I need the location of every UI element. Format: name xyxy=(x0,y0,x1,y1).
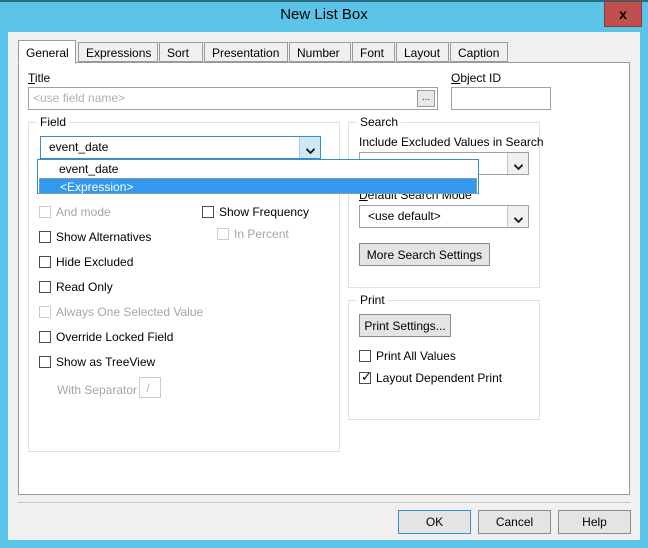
checkbox-box xyxy=(39,306,51,318)
tab-general[interactable]: General xyxy=(18,40,76,64)
tab-font[interactable]: Font xyxy=(352,42,395,62)
checkbox-read-only[interactable]: Read Only xyxy=(39,280,113,294)
checkbox-label: Show Alternatives xyxy=(56,230,152,244)
checkbox-label: Always One Selected Value xyxy=(56,305,204,319)
checkbox-box[interactable] xyxy=(39,256,51,268)
default-search-mode-value: <use default> xyxy=(368,209,441,223)
check-icon: ✓ xyxy=(361,369,372,384)
dropdown-option-expression[interactable]: <Expression> xyxy=(39,178,477,194)
checkbox-box[interactable] xyxy=(39,331,51,343)
dropdown-option-event-date[interactable]: event_date xyxy=(39,161,477,177)
checkbox-box xyxy=(217,228,229,240)
checkbox-show-frequency[interactable]: Show Frequency xyxy=(202,205,309,219)
title-input[interactable]: <use field name> xyxy=(28,87,438,110)
search-group-legend: Search xyxy=(357,115,402,129)
print-settings-button[interactable]: Print Settings... xyxy=(359,314,451,337)
field-dropdown-list[interactable]: event_date <Expression> xyxy=(37,159,479,194)
title-bar-edge xyxy=(0,0,648,2)
title-browse-button[interactable]: ... xyxy=(417,90,435,107)
field-group-legend: Field xyxy=(37,115,70,129)
checkbox-label: Hide Excluded xyxy=(56,255,134,269)
checkbox-box[interactable] xyxy=(359,350,371,362)
checkbox-hide-excluded[interactable]: Hide Excluded xyxy=(39,255,133,269)
chevron-down-icon[interactable] xyxy=(507,206,528,227)
checkbox-box[interactable] xyxy=(39,356,51,368)
field-combo-value: event_date xyxy=(49,140,109,154)
with-separator-label: With Separator xyxy=(57,383,138,397)
object-id-label: Object ID xyxy=(451,71,502,85)
checkbox-box[interactable] xyxy=(39,231,51,243)
checkbox-label: Read Only xyxy=(56,280,113,294)
tab-expressions[interactable]: Expressions xyxy=(78,42,158,62)
ok-button[interactable]: OK xyxy=(398,510,471,534)
close-icon[interactable]: x xyxy=(604,1,642,27)
checkbox-in-percent: In Percent xyxy=(217,227,289,241)
checkbox-show-alternatives[interactable]: Show Alternatives xyxy=(39,230,151,244)
title-bar: New List Box x xyxy=(0,0,648,32)
tab-panel-general: Title <use field name> ... Object ID Fie… xyxy=(18,62,630,495)
checkbox-label: In Percent xyxy=(234,227,289,241)
default-search-mode-combo[interactable]: <use default> xyxy=(359,205,529,228)
checkbox-box[interactable] xyxy=(39,281,51,293)
tab-presentation[interactable]: Presentation xyxy=(204,42,288,62)
more-search-settings-button[interactable]: More Search Settings xyxy=(359,243,490,266)
tab-number[interactable]: Number xyxy=(289,42,351,62)
include-excluded-label: Include Excluded Values in Search xyxy=(359,135,544,149)
checkbox-box[interactable] xyxy=(202,206,214,218)
print-group-legend: Print xyxy=(357,293,388,307)
tab-layout[interactable]: Layout xyxy=(396,42,449,62)
separator-input[interactable]: / xyxy=(139,377,161,398)
checkbox-label: Print All Values xyxy=(376,349,456,363)
checkbox-layout-dependent-print[interactable]: ✓ Layout Dependent Print xyxy=(359,369,503,385)
field-combo[interactable]: event_date xyxy=(40,136,321,159)
chevron-down-icon[interactable] xyxy=(507,153,528,174)
help-button[interactable]: Help xyxy=(558,510,631,534)
checkbox-show-as-treeview[interactable]: Show as TreeView xyxy=(39,355,155,369)
checkbox-label: Layout Dependent Print xyxy=(376,371,503,385)
checkbox-label: And mode xyxy=(56,205,111,219)
object-id-input[interactable] xyxy=(451,87,551,110)
tab-strip: General Expressions Sort Presentation Nu… xyxy=(18,40,630,64)
footer-divider xyxy=(18,502,630,503)
checkbox-label: Override Locked Field xyxy=(56,330,174,344)
window-title: New List Box xyxy=(280,6,368,23)
cancel-button[interactable]: Cancel xyxy=(478,510,551,534)
checkbox-label: Show Frequency xyxy=(219,205,310,219)
checkbox-always-one-selected-value: Always One Selected Value xyxy=(39,305,203,319)
checkbox-box xyxy=(39,206,51,218)
checkbox-override-locked-field[interactable]: Override Locked Field xyxy=(39,330,173,344)
title-label: Title xyxy=(28,71,51,85)
tab-caption[interactable]: Caption xyxy=(450,42,508,62)
dialog-window: New List Box x General Expressions Sort … xyxy=(0,0,648,548)
chevron-down-icon[interactable] xyxy=(299,137,320,158)
checkbox-and-mode: And mode xyxy=(39,205,111,219)
tab-sort[interactable]: Sort xyxy=(159,42,203,62)
checkbox-label: Show as TreeView xyxy=(56,355,156,369)
dialog-body: General Expressions Sort Presentation Nu… xyxy=(8,32,640,540)
checkbox-print-all-values[interactable]: Print All Values xyxy=(359,349,456,363)
checkbox-box[interactable]: ✓ xyxy=(359,369,372,384)
